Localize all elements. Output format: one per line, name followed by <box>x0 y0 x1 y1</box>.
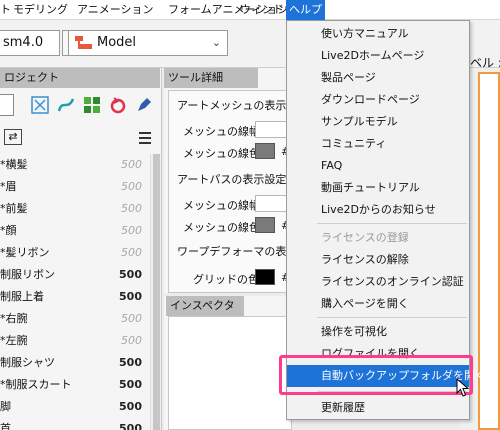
model-icon <box>75 36 92 49</box>
part-row[interactable]: *顔 500 <box>0 220 150 242</box>
menu-modeling[interactable]: モデリング <box>10 0 71 20</box>
art-path-section-title: アートパスの表示設定 <box>177 173 287 186</box>
part-name: *顔 <box>0 224 17 237</box>
chevron-down-icon: ⌄ <box>211 36 221 49</box>
swap-icon[interactable]: ⇄ <box>4 129 22 145</box>
part-row[interactable]: 制服上着 500 <box>0 286 150 308</box>
part-row[interactable]: *制服スカート 500 <box>0 374 150 396</box>
hamburger-icon[interactable] <box>139 132 151 147</box>
help-menu-item[interactable]: 製品ページ <box>287 67 469 89</box>
part-row[interactable]: *髪リボン 500 <box>0 242 150 264</box>
part-list-scrollbar[interactable] <box>150 154 161 430</box>
project-tab[interactable]: ロジェクト <box>0 68 160 88</box>
help-menu-item[interactable]: Live2Dからのお知らせ <box>287 199 469 221</box>
menu-help[interactable]: ヘルプ <box>286 0 325 20</box>
part-name: 首 <box>0 422 11 430</box>
part-draw-order: 500 <box>121 202 142 215</box>
tool-detail-panel: ツール詳細 アートメッシュの表示設定 メッシュの線幅 メッシュの線色 # アート… <box>164 68 308 293</box>
part-draw-order: 500 <box>121 246 142 259</box>
part-name: *左腕 <box>0 334 28 347</box>
help-menu-item[interactable]: ダウンロードページ <box>287 89 469 111</box>
part-name: 制服上着 <box>0 290 44 303</box>
part-name: *右腕 <box>0 312 28 325</box>
part-name: *眉 <box>0 180 17 193</box>
part-draw-order: 500 <box>119 290 142 303</box>
inspector-tab[interactable]: インスペクタ <box>166 296 244 316</box>
part-list: *横髪 500 *眉 500 *前髪 500 *顔 500 *髪リボン 500 制服リボン 500 制服… <box>0 154 150 430</box>
help-menu-item[interactable]: ライセンスの解除 <box>287 249 469 271</box>
help-menu-item[interactable]: 操作を可視化 <box>287 321 469 343</box>
scrollbar-thumb[interactable] <box>153 154 160 430</box>
mesh-line-width-label: メッシュの線幅 <box>183 125 260 138</box>
part-row[interactable]: 脚 500 <box>0 396 150 418</box>
part-name: *横髪 <box>0 158 28 171</box>
part-row[interactable]: *右腕 500 <box>0 308 150 330</box>
part-draw-order: 500 <box>119 422 142 430</box>
part-row[interactable]: 制服シャツ 500 <box>0 352 150 374</box>
part-row[interactable]: *前髪 500 <box>0 198 150 220</box>
artmesh-icon[interactable] <box>82 95 102 115</box>
part-name: *髪リボン <box>0 246 50 259</box>
path-line-color-label: メッシュの線色 <box>183 221 260 234</box>
tool-detail-tab[interactable]: ツール詳細 <box>164 68 258 88</box>
help-menu-item[interactable]: 購入ページを開く <box>287 293 469 315</box>
part-row[interactable]: *横髪 500 <box>0 154 150 176</box>
part-draw-order: 500 <box>121 158 142 171</box>
tool-detail-body: アートメッシュの表示設定 メッシュの線幅 メッシュの線色 # アートパスの表示設… <box>168 90 308 293</box>
menu-separator <box>317 223 467 224</box>
part-row[interactable]: 制服リボン 500 <box>0 264 150 286</box>
highlight-annotation <box>279 355 473 395</box>
project-panel: ロジェクト ⇄ *横髪 500 *眉 500 *前髪 500 *顔 500 *髪リボン 500 制服… <box>0 68 162 430</box>
rotation-icon[interactable] <box>108 95 128 115</box>
mesh-line-color-swatch[interactable] <box>255 143 275 159</box>
inspector-body <box>168 316 292 430</box>
search-input[interactable] <box>0 94 14 116</box>
part-draw-order: 500 <box>119 400 142 413</box>
inspector-panel: インスペクタ <box>164 296 292 430</box>
pen-icon[interactable] <box>134 95 154 115</box>
deformer-icon[interactable] <box>56 95 76 115</box>
help-menu-item[interactable]: FAQ <box>287 155 469 177</box>
mouse-cursor-icon <box>456 378 470 397</box>
part-row[interactable]: *左腕 500 <box>0 330 150 352</box>
part-name: *前髪 <box>0 202 28 215</box>
help-menu-item[interactable]: 使い方マニュアル <box>287 23 469 45</box>
part-draw-order: 500 <box>121 224 142 237</box>
grid-color-label: グリッドの色 <box>193 273 259 286</box>
part-draw-order: 500 <box>119 378 142 391</box>
part-draw-order: 500 <box>121 334 142 347</box>
part-name: 脚 <box>0 400 11 413</box>
grid-color-swatch[interactable] <box>255 269 275 285</box>
help-menu-item[interactable]: 動画チュートリアル <box>287 177 469 199</box>
help-menu-item: ライセンスの登録 <box>321 231 409 244</box>
part-name: 制服リボン <box>0 268 55 281</box>
model-label: Model <box>97 35 137 50</box>
menubar: ト モデリング アニメーション フォームアニメーション ウィンドウ ヘルプ <box>0 0 500 20</box>
help-menu-item[interactable]: 更新履歴 <box>287 397 469 419</box>
part-name: *制服スカート <box>0 378 72 391</box>
part-row[interactable]: *眉 500 <box>0 176 150 198</box>
mesh-line-color-label: メッシュの線色 <box>183 147 260 160</box>
part-draw-order: 500 <box>121 312 142 325</box>
part-draw-order: 500 <box>119 356 142 369</box>
part-name: 制服シャツ <box>0 356 55 369</box>
help-menu-item[interactable]: サンプルモデル <box>287 111 469 133</box>
path-line-color-swatch[interactable] <box>255 217 275 233</box>
model-select[interactable]: Model ⌄ <box>68 30 228 56</box>
fit-icon[interactable] <box>30 95 50 115</box>
help-menu-item[interactable]: ライセンスのオンライン認証 <box>287 271 469 293</box>
version-combo[interactable]: sm4.0 <box>0 30 60 56</box>
help-menu-item[interactable]: コミュニティ <box>287 133 469 155</box>
help-menu-item[interactable]: Live2Dホームページ <box>287 45 469 67</box>
menu-animation[interactable]: アニメーション <box>74 0 157 20</box>
part-draw-order: 500 <box>119 268 142 281</box>
part-draw-order: 500 <box>121 180 142 193</box>
menu-separator <box>317 317 467 318</box>
part-row[interactable]: 首 500 <box>0 418 150 430</box>
path-line-width-label: メッシュの線幅 <box>183 199 260 212</box>
